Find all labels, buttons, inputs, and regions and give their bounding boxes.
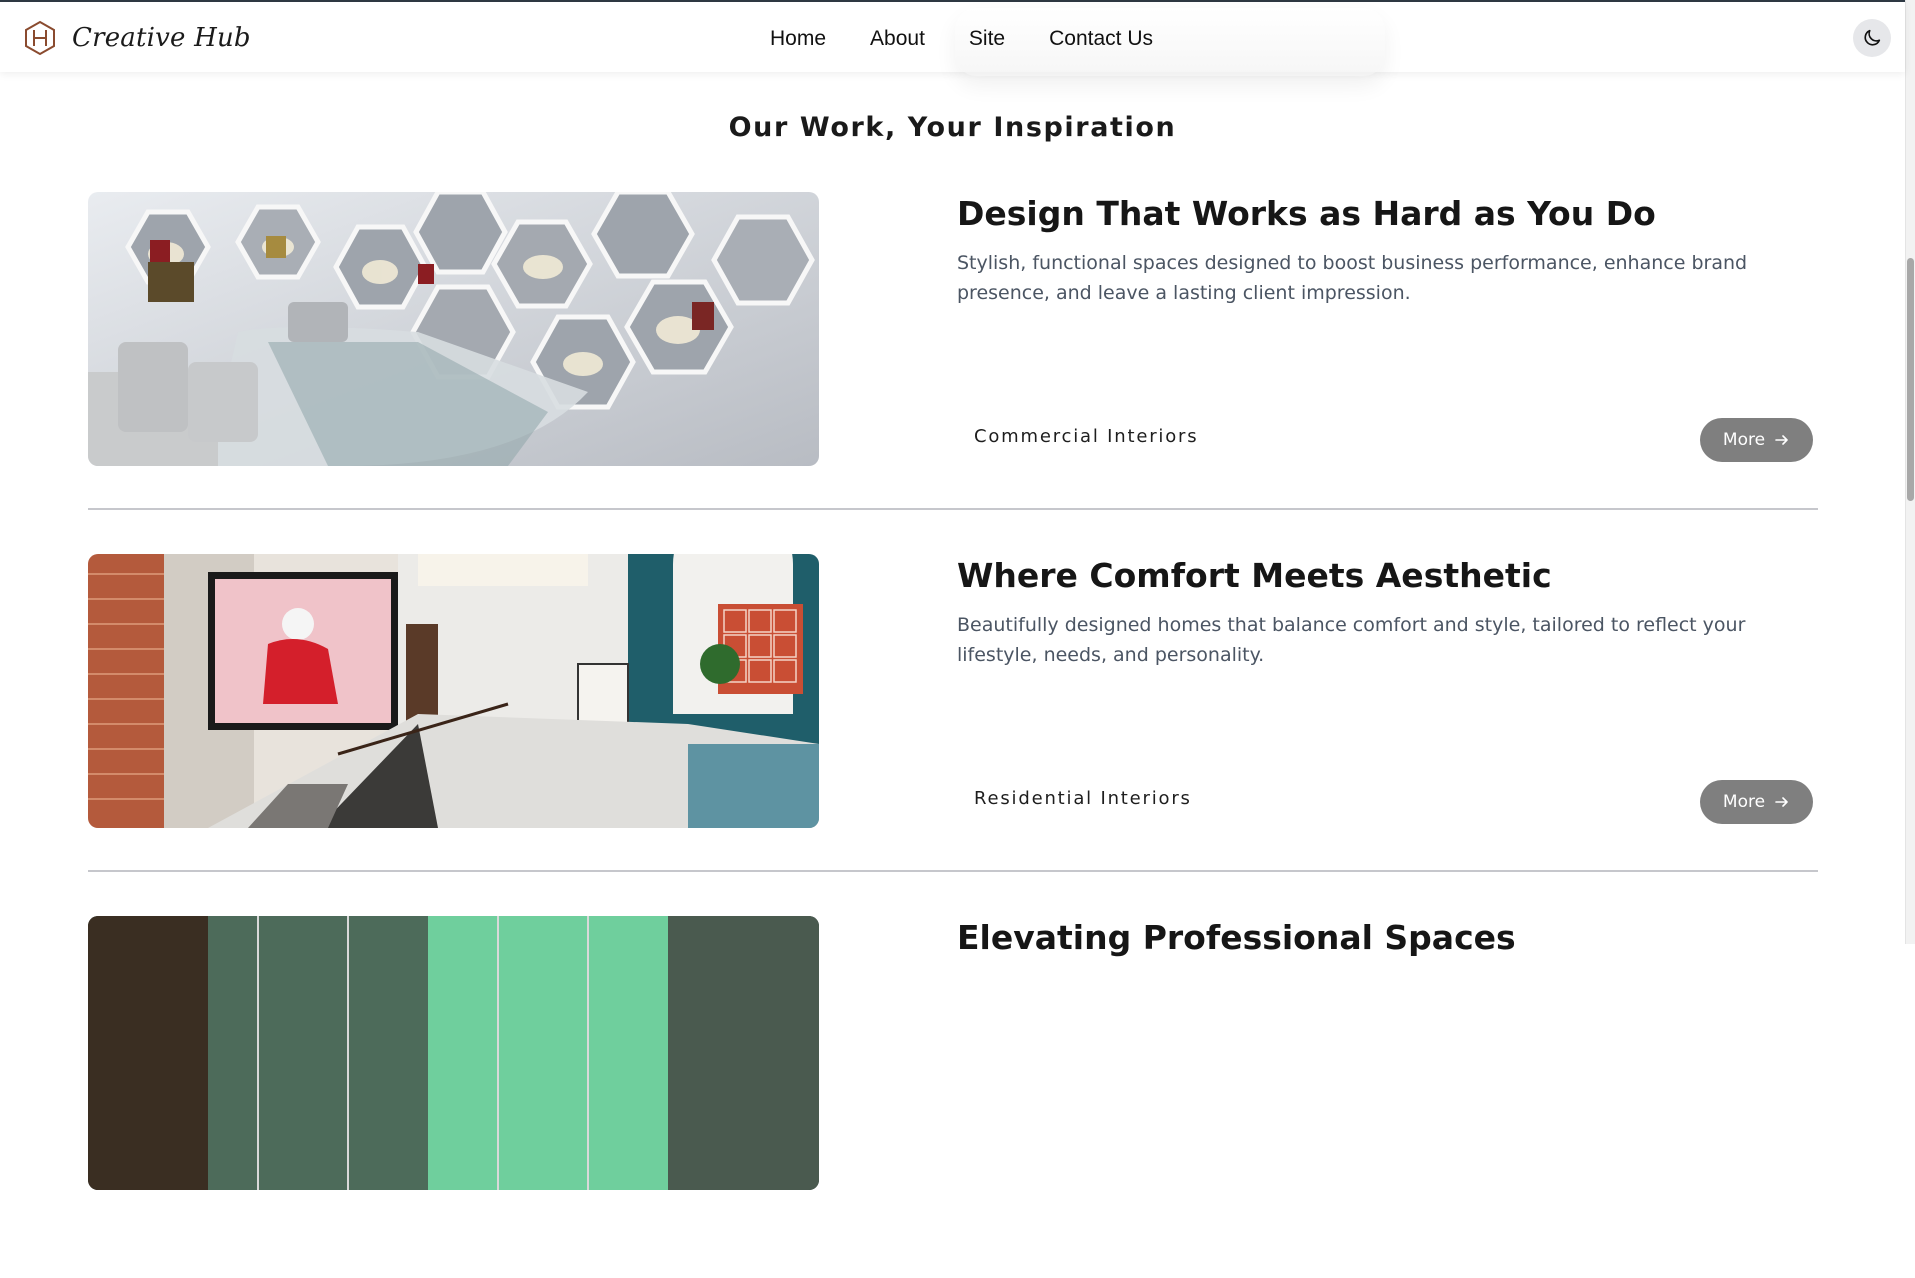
project-card-commercial: Design That Works as Hard as You Do Styl… bbox=[88, 192, 1818, 554]
project-card-professional: Elevating Professional Spaces bbox=[88, 916, 1818, 1278]
nav-contact-us[interactable]: Contact Us bbox=[1049, 27, 1153, 51]
residential-interior-photo bbox=[88, 554, 819, 828]
brand[interactable]: Creative Hub bbox=[22, 18, 251, 58]
card-image bbox=[88, 192, 819, 466]
logo-icon bbox=[25, 20, 55, 56]
brand-name: Creative Hub bbox=[72, 23, 251, 53]
main-nav: Home About Site Contact Us bbox=[770, 24, 1153, 54]
card-description: Beautifully designed homes that balance … bbox=[957, 614, 1746, 666]
moon-icon bbox=[1864, 29, 1881, 46]
card-title: Where Comfort Meets Aesthetic bbox=[957, 556, 1552, 595]
arrow-right-icon bbox=[1775, 797, 1788, 807]
card-title: Design That Works as Hard as You Do bbox=[957, 194, 1656, 233]
project-card-residential: Where Comfort Meets Aesthetic Beautifull… bbox=[88, 554, 1818, 916]
scrollbar-thumb[interactable] bbox=[1907, 258, 1914, 501]
arrow-right-icon bbox=[1775, 435, 1788, 445]
theme-toggle-button[interactable] bbox=[1853, 19, 1891, 57]
nav-about[interactable]: About bbox=[870, 27, 925, 51]
card-image bbox=[88, 916, 819, 1190]
page-heading: Our Work, Your Inspiration bbox=[728, 112, 1177, 143]
more-button[interactable]: More bbox=[1700, 780, 1813, 824]
nav-site[interactable]: Site bbox=[969, 27, 1005, 51]
card-category: Commercial Interiors bbox=[974, 426, 1199, 447]
nav-home[interactable]: Home bbox=[770, 27, 826, 51]
divider bbox=[88, 870, 1818, 872]
card-title: Elevating Professional Spaces bbox=[957, 918, 1516, 957]
card-image bbox=[88, 554, 819, 828]
more-button[interactable]: More bbox=[1700, 418, 1813, 462]
card-description: Stylish, functional spaces designed to b… bbox=[957, 252, 1748, 304]
more-button-label: More bbox=[1722, 792, 1766, 812]
divider bbox=[88, 508, 1818, 510]
office-interior-photo bbox=[88, 916, 819, 1190]
more-button-label: More bbox=[1722, 430, 1766, 450]
card-category: Residential Interiors bbox=[974, 788, 1192, 809]
commercial-interior-photo bbox=[88, 192, 819, 466]
navbar: Creative Hub Home About Site Contact Us bbox=[0, 2, 1905, 76]
